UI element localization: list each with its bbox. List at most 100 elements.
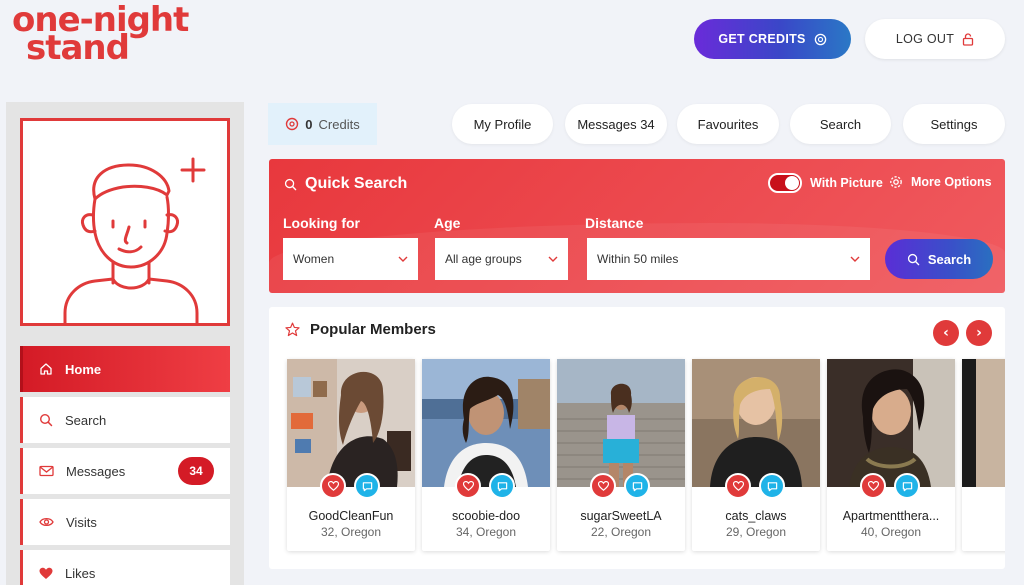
age-select[interactable]: All age groups [435, 238, 568, 280]
member-name[interactable]: Apartmentthera... [827, 509, 955, 523]
heart-outline-icon [597, 481, 609, 491]
lock-icon [963, 32, 974, 46]
sidebar: Home Search Messages 34 Visits Likes [6, 102, 244, 585]
member-info: 34, Oregon [455, 525, 517, 539]
member-card[interactable]: scoobie-doo 34, Oregon [422, 359, 550, 551]
distance-select[interactable]: Within 50 miles [587, 238, 870, 280]
tab-settings[interactable]: Settings [903, 104, 1005, 144]
popular-members-title-text: Popular Members [310, 321, 436, 338]
member-name[interactable]: scoobie-doo [422, 509, 550, 523]
mail-icon [39, 465, 54, 477]
distance-value: Within 50 miles [597, 252, 679, 266]
like-button[interactable] [860, 473, 886, 499]
more-options-button[interactable]: More Options [889, 175, 992, 189]
with-picture-label: With Picture [810, 176, 883, 190]
sidebar-item-home[interactable]: Home [20, 346, 230, 392]
like-button[interactable] [320, 473, 346, 499]
like-button[interactable] [590, 473, 616, 499]
member-photo[interactable] [287, 359, 415, 487]
sidebar-item-likes[interactable]: Likes [20, 550, 230, 585]
credits-balance[interactable]: 0 Credits [268, 103, 377, 145]
chevron-down-icon [548, 256, 558, 262]
member-name[interactable]: GoodCleanFun [287, 509, 415, 523]
member-photo-image [962, 359, 1005, 487]
member-name[interactable]: sugarSweetLA [557, 509, 685, 523]
credits-count: 0 [305, 116, 313, 132]
age-label: Age [434, 215, 461, 231]
sidebar-item-search[interactable]: Search [20, 397, 230, 443]
member-photo[interactable] [692, 359, 820, 487]
tab-messages[interactable]: Messages 34 [565, 104, 667, 144]
message-button[interactable] [354, 473, 380, 499]
heart-outline-icon [327, 481, 339, 491]
heart-icon [39, 567, 53, 579]
member-photo-image [557, 359, 685, 487]
like-button[interactable] [455, 473, 481, 499]
get-credits-button[interactable]: GET CREDITS [694, 19, 851, 59]
sidebar-item-label: Search [65, 412, 107, 428]
quick-search-title-text: Quick Search [305, 175, 408, 192]
search-icon [907, 253, 920, 265]
member-name[interactable]: cats_claws [692, 509, 820, 523]
carousel-next-button[interactable]: › [966, 320, 992, 346]
sidebar-item-visits[interactable]: Visits [20, 499, 230, 545]
looking-for-label: Looking for [283, 215, 360, 231]
member-photo[interactable] [962, 359, 1005, 487]
member-info: 22, Oregon [590, 525, 652, 539]
member-info: 40, Oregon [860, 525, 922, 539]
quick-search-panel: Quick Search With Picture More Options L… [269, 159, 1005, 293]
tab-favourites[interactable]: Favourites [677, 104, 779, 144]
sidebar-item-messages[interactable]: Messages 34 [20, 448, 230, 494]
message-button[interactable] [624, 473, 650, 499]
chat-icon [362, 481, 372, 491]
member-card[interactable]: Apartmentthera... 40, Oregon [827, 359, 955, 551]
chat-icon [767, 481, 777, 491]
looking-for-select[interactable]: Women [283, 238, 418, 280]
sidebar-item-label: Likes [65, 565, 96, 581]
carousel-prev-button[interactable]: ‹ [933, 320, 959, 346]
messages-count-badge: 34 [178, 457, 214, 485]
member-photo[interactable] [422, 359, 550, 487]
popular-members-title: Popular Members [285, 321, 436, 338]
tab-my-profile[interactable]: My Profile [452, 104, 553, 144]
message-button[interactable] [759, 473, 785, 499]
member-card[interactable] [962, 359, 1005, 551]
chat-icon [497, 481, 507, 491]
member-card[interactable]: sugarSweetLA 22, Oregon [557, 359, 685, 551]
popular-members-panel: Popular Members ‹ › GoodCleanFun 32, Ore… [269, 307, 1005, 569]
log-out-button[interactable]: LOG OUT [865, 19, 1005, 59]
search-icon [39, 413, 53, 427]
heart-outline-icon [732, 481, 744, 491]
eye-icon [39, 517, 54, 527]
member-card[interactable]: GoodCleanFun 32, Oregon [287, 359, 415, 551]
member-photo-image [827, 359, 955, 487]
like-button[interactable] [725, 473, 751, 499]
avatar-placeholder-icon [63, 157, 206, 323]
chevron-left-icon: ‹ [943, 325, 949, 341]
quick-search-submit-button[interactable]: Search [885, 239, 993, 279]
site-logo[interactable]: one-night stand [12, 3, 189, 65]
message-button[interactable] [894, 473, 920, 499]
chat-icon [632, 481, 642, 491]
heart-outline-icon [462, 481, 474, 491]
more-options-label: More Options [911, 175, 992, 189]
with-picture-toggle[interactable] [768, 173, 802, 193]
member-photo-image [422, 359, 550, 487]
tab-search[interactable]: Search [790, 104, 891, 144]
message-button[interactable] [489, 473, 515, 499]
age-value: All age groups [445, 252, 522, 266]
member-card[interactable]: cats_claws 29, Oregon [692, 359, 820, 551]
location-pin-icon [286, 117, 299, 130]
chevron-down-icon [850, 256, 860, 262]
chevron-right-icon: › [976, 325, 982, 341]
credits-label: Credits [318, 116, 360, 132]
distance-label: Distance [585, 215, 644, 231]
chevron-down-icon [398, 256, 408, 262]
search-icon [284, 178, 297, 190]
home-icon [40, 363, 52, 375]
profile-avatar[interactable] [20, 118, 230, 326]
member-photo[interactable] [557, 359, 685, 487]
log-out-label: LOG OUT [895, 32, 955, 46]
member-info: 32, Oregon [320, 525, 382, 539]
member-photo[interactable] [827, 359, 955, 487]
